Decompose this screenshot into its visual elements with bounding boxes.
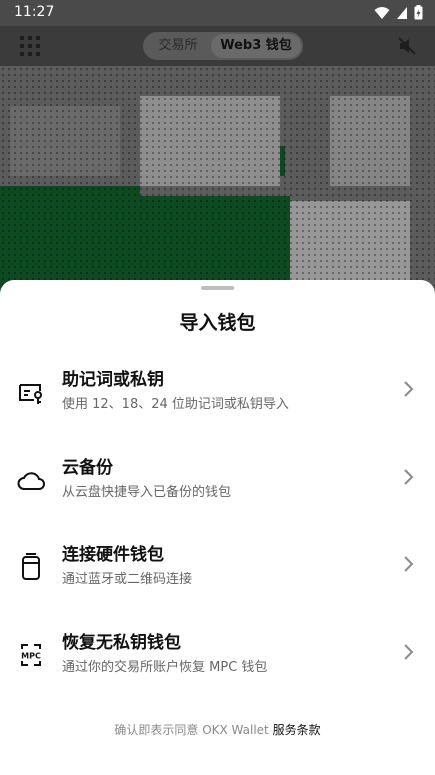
mode-switch: 交易所 Web3 钱包 [143,32,303,60]
status-icons [374,5,423,24]
option-hardware-wallet[interactable]: 连接硬件钱包 通过蓝牙或二维码连接 [0,530,435,610]
seed-phrase-key-icon [16,377,46,407]
option-title: 助记词或私钥 [62,370,164,390]
chevron-right-icon [401,467,415,487]
mpc-icon: MPC [16,640,46,670]
chevron-right-icon [401,554,415,574]
mute-icon[interactable] [397,36,417,56]
mpc-icon-label: MPC [21,652,41,661]
background-artwork [0,66,435,296]
status-time: 11:27 [14,4,55,20]
signal-icon [396,5,408,24]
drag-handle[interactable] [201,286,234,290]
option-cloud-backup[interactable]: 云备份 从云盘快捷导入已备份的钱包 [0,443,435,523]
tab-exchange[interactable]: 交易所 [145,34,211,58]
terms-notice: 确认即表示同意 OKX Wallet 服务条款 [0,721,435,738]
option-mpc-wallet[interactable]: MPC 恢复无私钥钱包 通过你的交易所账户恢复 MPC 钱包 [0,618,435,698]
chevron-right-icon [401,642,415,662]
terms-of-service-link[interactable]: 服务条款 [273,723,321,737]
wifi-icon [374,5,390,24]
option-description: 通过蓝牙或二维码连接 [62,572,193,587]
option-description: 使用 12、18、24 位助记词或私钥导入 [62,397,289,412]
option-description: 从云盘快捷导入已备份的钱包 [62,485,232,500]
terms-prefix: 确认即表示同意 OKX Wallet [114,723,273,737]
tab-web3-wallet[interactable]: Web3 钱包 [211,34,301,58]
option-title: 云备份 [62,458,113,478]
option-title: 恢复无私钥钱包 [62,633,181,653]
import-wallet-sheet: 导入钱包 助记词或私钥 使用 12、18、24 位助记词或私钥导入 云备份 从云… [0,280,435,775]
status-bar: 11:27 [0,0,435,26]
option-seed-phrase[interactable]: 助记词或私钥 使用 12、18、24 位助记词或私钥导入 [0,355,435,435]
hardware-wallet-icon [16,552,46,582]
battery-icon [414,5,423,24]
option-description: 通过你的交易所账户恢复 MPC 钱包 [62,660,268,675]
app-header: 交易所 Web3 钱包 [0,26,435,66]
sheet-title: 导入钱包 [179,312,256,334]
menu-grid-icon[interactable] [20,36,40,56]
option-title: 连接硬件钱包 [62,545,164,565]
chevron-right-icon [401,379,415,399]
cloud-icon [16,465,46,495]
